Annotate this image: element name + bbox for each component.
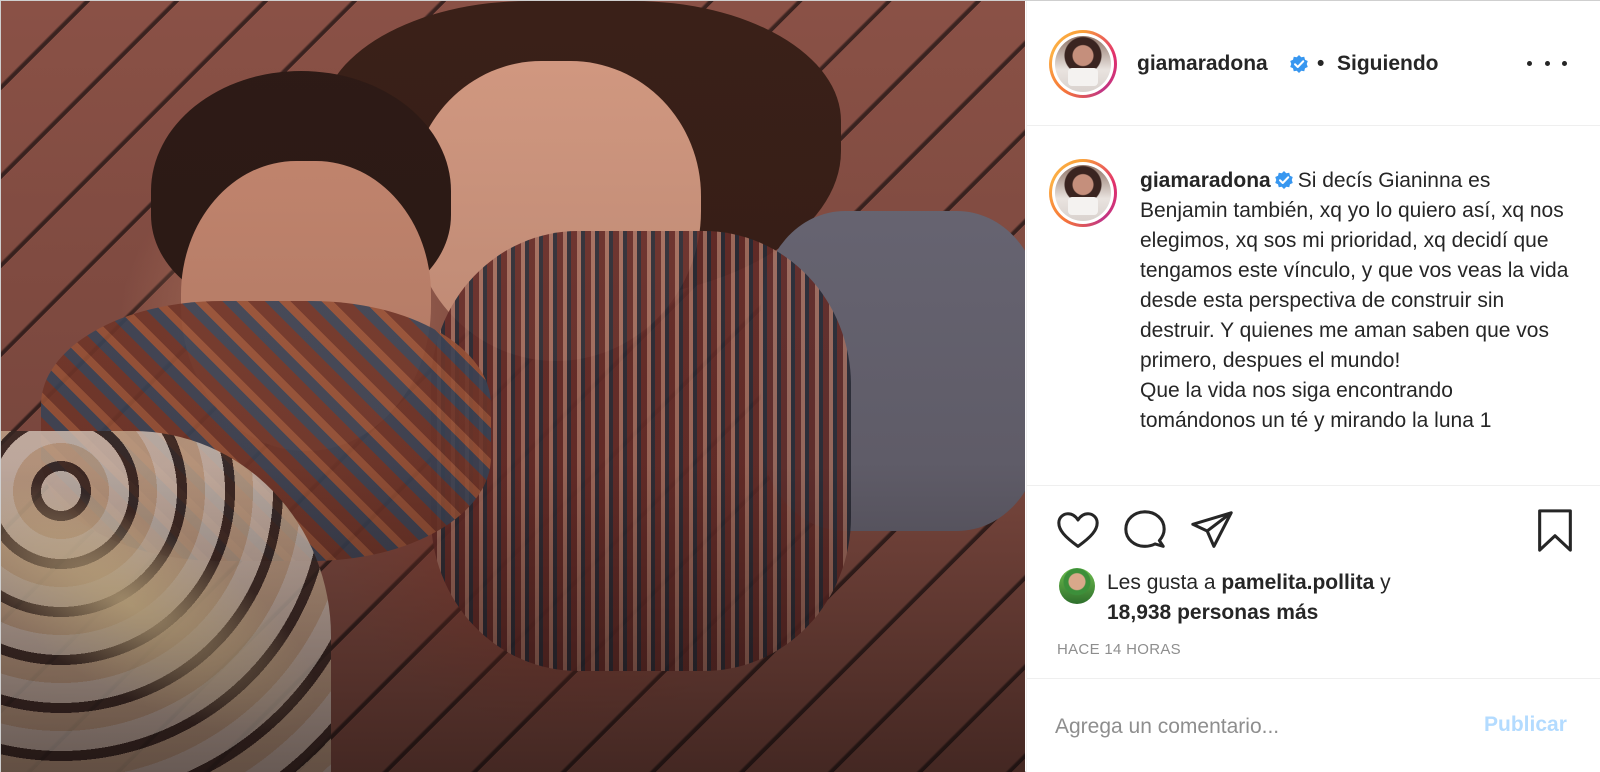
liked-by-suffix: y <box>1374 571 1391 594</box>
post-header: giamaradona • Siguiendo <box>1027 1 1600 126</box>
caption-text: giamaradona Si decís Gianinna es Benjamin… <box>1140 166 1570 436</box>
post-photo[interactable] <box>1 1 1025 772</box>
liked-by-prefix: Les gusta a <box>1107 571 1222 594</box>
avatar[interactable] <box>1059 568 1095 604</box>
heart-icon[interactable] <box>1055 508 1101 554</box>
caption-body: Si decís Gianinna es Benjamin también, x… <box>1140 169 1569 432</box>
publish-button[interactable]: Publicar <box>1484 713 1567 737</box>
post-timestamp[interactable]: HACE 14 HORAS <box>1057 641 1181 658</box>
caption-section: giamaradona Si decís Gianinna es Benjamin… <box>1027 126 1600 486</box>
bookmark-icon[interactable] <box>1532 508 1578 554</box>
verified-badge-icon <box>1274 171 1293 189</box>
action-bar <box>1027 486 1600 558</box>
likes-count-link[interactable]: 18,938 personas más <box>1107 601 1318 625</box>
comment-input[interactable] <box>1055 711 1455 743</box>
likes-summary: Les gusta a pamelita.pollita y 18,938 pe… <box>1057 567 1577 627</box>
avatar[interactable] <box>1049 159 1117 227</box>
following-button[interactable]: Siguiendo <box>1337 52 1439 76</box>
separator-dot: • <box>1317 52 1325 75</box>
caption-username-link[interactable]: giamaradona <box>1140 169 1271 192</box>
more-options-icon[interactable] <box>1527 49 1567 77</box>
liked-by-line: Les gusta a pamelita.pollita y <box>1107 571 1391 595</box>
post-dialog: giamaradona • Siguiendo giamaradona Si de… <box>0 0 1600 772</box>
paper-plane-icon[interactable] <box>1189 508 1235 554</box>
verified-badge-icon <box>1290 55 1308 73</box>
comment-icon[interactable] <box>1122 508 1168 554</box>
avatar[interactable] <box>1049 30 1117 98</box>
photo-detail <box>1 1 1025 772</box>
username-link[interactable]: giamaradona <box>1137 52 1268 76</box>
comment-bar: Publicar <box>1027 678 1600 772</box>
post-side-panel: giamaradona • Siguiendo giamaradona Si de… <box>1026 1 1600 772</box>
liker-username-link[interactable]: pamelita.pollita <box>1221 571 1374 594</box>
